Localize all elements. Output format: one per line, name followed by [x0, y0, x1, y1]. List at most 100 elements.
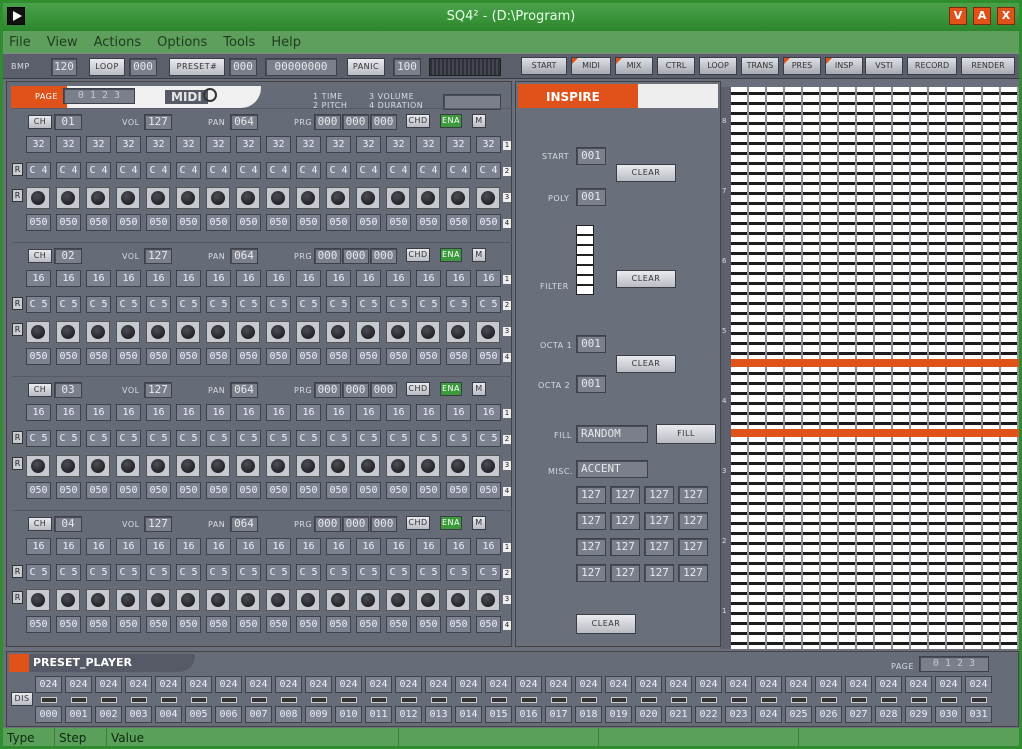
time-step[interactable]: 16	[476, 270, 501, 287]
pitch-step[interactable]: C 5	[56, 564, 81, 581]
time-step[interactable]: 32	[56, 136, 81, 153]
duration-step[interactable]: 050	[176, 482, 201, 499]
preset-slot-number[interactable]: 003	[125, 706, 152, 723]
preset-slot-number[interactable]: 017	[545, 706, 572, 723]
time-step[interactable]: 16	[326, 270, 351, 287]
volume-knob-icon[interactable]	[416, 321, 440, 343]
preset-slot-number[interactable]: 024	[755, 706, 782, 723]
duration-step[interactable]: 050	[386, 214, 411, 231]
pitch-step[interactable]: C 5	[326, 296, 351, 313]
preset-slot-indicator[interactable]	[521, 697, 537, 703]
volume-knob-icon[interactable]	[356, 455, 380, 477]
duration-step[interactable]: 050	[176, 214, 201, 231]
volume-knob-icon[interactable]	[266, 321, 290, 343]
grid-column[interactable]	[965, 87, 983, 649]
duration-step[interactable]: 050	[386, 348, 411, 365]
preset-slot-indicator[interactable]	[881, 697, 897, 703]
reset-pitch-button[interactable]: R	[12, 163, 23, 176]
pitch-step[interactable]: C 5	[416, 564, 441, 581]
pitch-step[interactable]: C 5	[146, 430, 171, 447]
preset-page-selector[interactable]: 0 1 2 3	[919, 656, 989, 672]
grid-column[interactable]	[821, 87, 839, 649]
pan-field[interactable]: 064	[230, 248, 258, 264]
duration-step[interactable]: 050	[56, 482, 81, 499]
volume-knob-icon[interactable]	[56, 455, 80, 477]
pitch-step[interactable]: C 5	[116, 430, 141, 447]
grid-column[interactable]	[911, 87, 929, 649]
grid-column[interactable]	[875, 87, 893, 649]
misc-mode-select[interactable]: ACCENT	[576, 460, 648, 478]
time-step[interactable]: 32	[476, 136, 501, 153]
preset-slot-indicator[interactable]	[161, 697, 177, 703]
duration-step[interactable]: 050	[146, 482, 171, 499]
pitch-step[interactable]: C 5	[476, 430, 501, 447]
volume-knob-icon[interactable]	[386, 589, 410, 611]
pitch-step[interactable]: C 5	[176, 296, 201, 313]
grid-column[interactable]	[785, 87, 803, 649]
pitch-step[interactable]: C 4	[86, 162, 111, 179]
volume-knob-icon[interactable]	[56, 321, 80, 343]
preset-value[interactable]: 024	[275, 676, 302, 693]
fill-mode-select[interactable]: RANDOM	[576, 425, 648, 443]
preset-slot-number[interactable]: 000	[35, 706, 62, 723]
time-step[interactable]: 16	[476, 538, 501, 555]
duration-step[interactable]: 050	[446, 214, 471, 231]
misc-value-field[interactable]: 127	[644, 538, 674, 556]
misc-value-field[interactable]: 127	[576, 564, 606, 582]
enable-button[interactable]: ENA	[440, 516, 462, 530]
chord-button[interactable]: CHD	[406, 516, 430, 530]
volume-knob-icon[interactable]	[446, 321, 470, 343]
pitch-step[interactable]: C 5	[206, 430, 231, 447]
start-field[interactable]: 001	[576, 147, 606, 165]
time-step[interactable]: 16	[236, 404, 261, 421]
pitch-step[interactable]: C 4	[296, 162, 321, 179]
time-step[interactable]: 16	[416, 404, 441, 421]
pitch-step[interactable]: C 5	[296, 430, 321, 447]
volume-knob-icon[interactable]	[116, 455, 140, 477]
pitch-step[interactable]: C 5	[326, 564, 351, 581]
duration-step[interactable]: 050	[56, 348, 81, 365]
mute-button[interactable]: M	[472, 382, 486, 396]
preset-slot-number[interactable]: 028	[875, 706, 902, 723]
duration-step[interactable]: 050	[356, 616, 381, 633]
pitch-step[interactable]: C 5	[206, 296, 231, 313]
preset-slot-indicator[interactable]	[791, 697, 807, 703]
volume-knob-icon[interactable]	[416, 187, 440, 209]
chord-button[interactable]: CHD	[406, 248, 430, 262]
duration-step[interactable]: 050	[326, 214, 351, 231]
preset-slot-number[interactable]: 005	[185, 706, 212, 723]
preset-slot-indicator[interactable]	[641, 697, 657, 703]
duration-step[interactable]: 050	[296, 348, 321, 365]
pitch-step[interactable]: C 4	[176, 162, 201, 179]
time-step[interactable]: 32	[236, 136, 261, 153]
volume-knob-icon[interactable]	[116, 187, 140, 209]
preset-slot-indicator[interactable]	[101, 697, 117, 703]
preset-value[interactable]: 024	[155, 676, 182, 693]
duration-step[interactable]: 050	[176, 348, 201, 365]
preset-value[interactable]: 024	[395, 676, 422, 693]
volume-knob-icon[interactable]	[476, 455, 500, 477]
preset-value[interactable]: 024	[815, 676, 842, 693]
preset-value[interactable]: 024	[305, 676, 332, 693]
tab-pres[interactable]: PRES	[783, 57, 821, 75]
preset-field[interactable]: 000	[229, 58, 257, 76]
program-field[interactable]: 000	[370, 114, 397, 130]
misc-value-field[interactable]: 127	[576, 538, 606, 556]
duration-step[interactable]: 050	[416, 482, 441, 499]
preset-slot-indicator[interactable]	[761, 697, 777, 703]
program-field[interactable]: 000	[370, 516, 397, 532]
grid-column[interactable]	[947, 87, 965, 649]
pitch-step[interactable]: C 4	[26, 162, 51, 179]
duration-step[interactable]: 050	[326, 348, 351, 365]
duration-step[interactable]: 050	[146, 616, 171, 633]
reset-volume-button[interactable]: R	[12, 189, 23, 202]
preset-slot-number[interactable]: 031	[965, 706, 992, 723]
duration-step[interactable]: 050	[326, 482, 351, 499]
time-step[interactable]: 16	[416, 538, 441, 555]
grid-column[interactable]	[731, 87, 749, 649]
pitch-step[interactable]: C 5	[356, 564, 381, 581]
enable-button[interactable]: ENA	[440, 382, 462, 396]
preset-value[interactable]: 024	[785, 676, 812, 693]
octa-clear-button[interactable]: CLEAR	[616, 355, 676, 373]
volume-knob-icon[interactable]	[26, 589, 50, 611]
